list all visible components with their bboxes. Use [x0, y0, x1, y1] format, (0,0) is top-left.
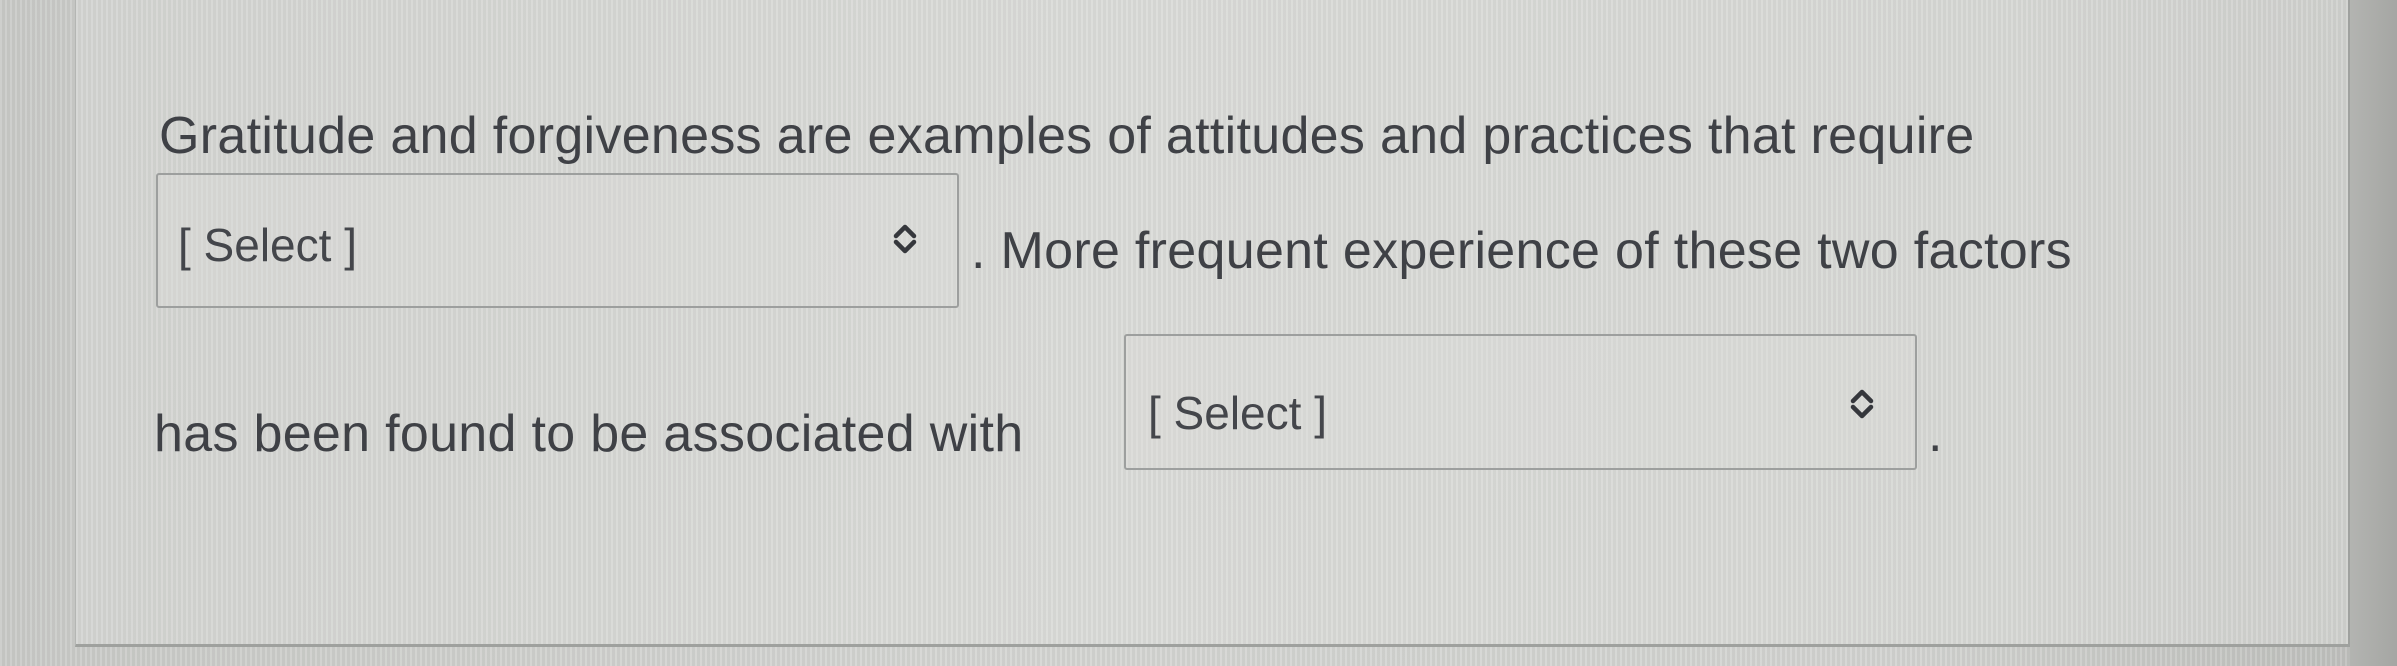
question-text-line-1: Gratitude and forgiveness are examples o…	[159, 107, 1975, 165]
up-down-chevron-icon	[893, 224, 917, 254]
sentence-end-period: .	[1928, 405, 1943, 463]
question-card: Gratitude and forgiveness are examples o…	[75, 0, 2351, 647]
blank-1-select[interactable]: [ Select ]	[156, 173, 959, 308]
right-edge-strip	[2350, 0, 2397, 666]
blank-1-select-value: [ Select ]	[178, 219, 357, 271]
question-text-line-3: has been found to be associated with	[154, 405, 1024, 463]
blank-2-select[interactable]: [ Select ]	[1124, 334, 1917, 470]
blank-2-select-value: [ Select ]	[1148, 387, 1327, 439]
question-text-line-2: . More frequent experience of these two …	[971, 222, 2072, 280]
up-down-chevron-icon	[1850, 389, 1874, 419]
